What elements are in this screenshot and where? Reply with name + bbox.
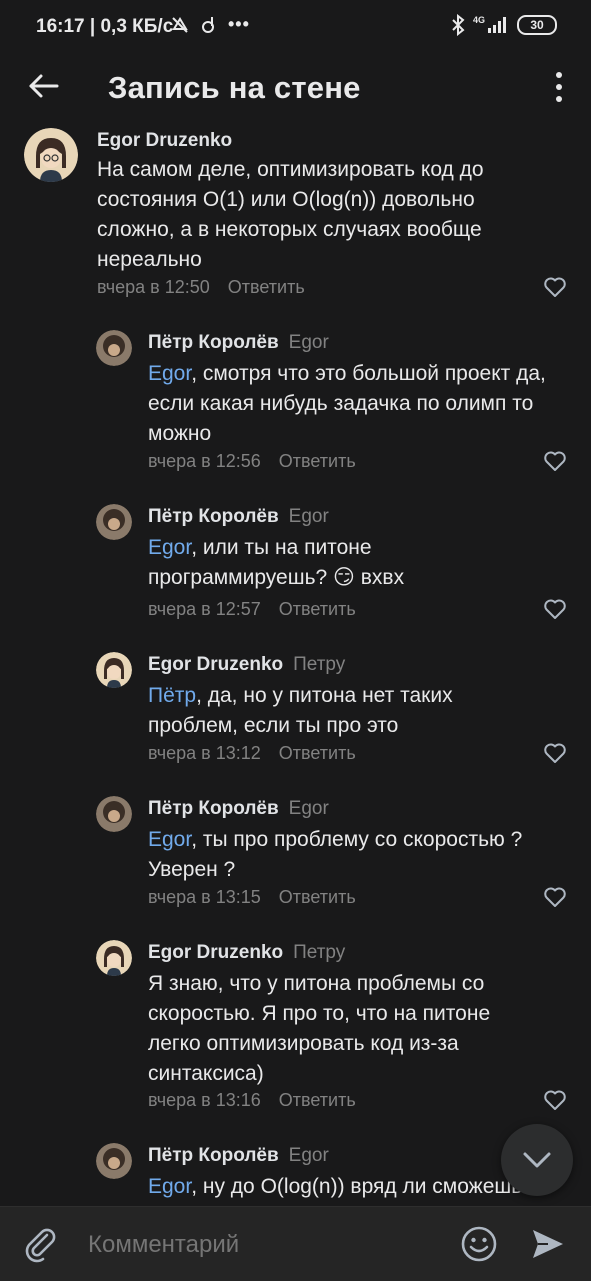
avatar[interactable] bbox=[96, 652, 132, 688]
comment-author[interactable]: Пётр Королёв bbox=[148, 798, 279, 819]
comment-body: , ну до O(log(n)) вряд ли сможешь bbox=[191, 1175, 523, 1198]
comment-time: вчера в 13:16 bbox=[148, 1090, 261, 1110]
comment-body: , смотря что это большой проект да, если… bbox=[148, 362, 546, 445]
comment-time: вчера в 13:15 bbox=[148, 887, 261, 907]
app-header: Запись на стене bbox=[0, 56, 591, 118]
avatar[interactable] bbox=[96, 330, 132, 366]
status-right-icons: 4G 30 bbox=[451, 14, 557, 36]
comment-text: На самом деле, оптимизировать код до сос… bbox=[97, 158, 484, 271]
comment-header: Пётр Королёв Egor bbox=[148, 506, 329, 528]
comment-meta: вчера в 12:50 Ответить bbox=[97, 277, 305, 298]
send-icon[interactable] bbox=[530, 1227, 566, 1261]
scroll-down-button[interactable] bbox=[501, 1124, 573, 1196]
comment-header: Пётр Королёв Egor bbox=[148, 1145, 329, 1167]
mention-link[interactable]: Egor bbox=[148, 536, 191, 559]
like-heart-icon[interactable] bbox=[543, 598, 567, 620]
comment-time: вчера в 12:50 bbox=[97, 277, 210, 297]
comment-time: вчера в 13:12 bbox=[148, 743, 261, 763]
comment-meta: вчера в 13:12 Ответить bbox=[148, 743, 356, 764]
chevron-down-icon bbox=[523, 1152, 551, 1168]
avatar[interactable] bbox=[96, 504, 132, 540]
like-heart-icon[interactable] bbox=[543, 1089, 567, 1111]
mention-link[interactable]: Пётр bbox=[148, 684, 196, 707]
more-status-icon: ••• bbox=[228, 14, 250, 34]
more-menu-icon[interactable] bbox=[551, 70, 567, 104]
bluetooth-icon bbox=[452, 14, 465, 36]
comment-header: Пётр Королёв Egor bbox=[148, 798, 329, 820]
back-arrow-icon[interactable] bbox=[26, 68, 62, 104]
paperclip-icon[interactable] bbox=[22, 1225, 60, 1263]
reply-button[interactable]: Ответить bbox=[279, 743, 356, 763]
mention-link[interactable]: Egor bbox=[148, 362, 191, 385]
comment-text: Я знаю, что у питона проблемы со скорост… bbox=[148, 972, 491, 1085]
reply-to-label: Egor bbox=[288, 332, 329, 353]
status-time: 16:17 | 0,3 КБ/с bbox=[36, 16, 174, 37]
comment-header: Egor Druzenko Петру bbox=[148, 654, 345, 676]
reply-to-label: Петру bbox=[293, 942, 346, 963]
comment-text: Пётр, да, но у питона нет таких проблем,… bbox=[148, 681, 508, 741]
reply-to-label: Egor bbox=[288, 1145, 329, 1166]
avatar[interactable] bbox=[96, 940, 132, 976]
reply-button[interactable]: Ответить bbox=[279, 599, 356, 619]
avatar[interactable] bbox=[96, 1143, 132, 1179]
music-icon bbox=[202, 16, 214, 33]
reply-button[interactable]: Ответить bbox=[228, 277, 305, 297]
comment-body: , ты про проблему со скоростью ? Уверен … bbox=[148, 828, 523, 881]
comment-author[interactable]: Пётр Королёв bbox=[148, 506, 279, 527]
comment-header: Пётр Королёв Egor bbox=[148, 332, 329, 354]
comment-composer bbox=[0, 1206, 591, 1281]
signal-icon bbox=[488, 17, 506, 33]
comment-author[interactable]: Egor Druzenko bbox=[97, 130, 232, 151]
reply-to-label: Egor bbox=[288, 506, 329, 527]
network-label: 4G bbox=[472, 15, 485, 25]
like-heart-icon[interactable] bbox=[543, 886, 567, 908]
comment-time: вчера в 12:57 bbox=[148, 599, 261, 619]
comment-input[interactable] bbox=[86, 1227, 430, 1263]
comment-text: Egor, смотря что это большой проект да, … bbox=[148, 359, 548, 449]
mention-link[interactable]: Egor bbox=[148, 1175, 191, 1198]
comment-meta: вчера в 12:57 Ответить bbox=[148, 599, 356, 620]
reply-button[interactable]: Ответить bbox=[279, 887, 356, 907]
status-extra-icons: ••• bbox=[170, 14, 250, 35]
mention-link[interactable]: Egor bbox=[148, 828, 191, 851]
comment-author[interactable]: Пётр Королёв bbox=[148, 1145, 279, 1166]
comment-header: Egor Druzenko Петру bbox=[148, 942, 345, 964]
reply-button[interactable]: Ответить bbox=[279, 451, 356, 471]
comment-header: Egor Druzenko bbox=[97, 130, 232, 152]
dnd-icon bbox=[172, 16, 188, 33]
avatar[interactable] bbox=[24, 128, 78, 182]
avatar[interactable] bbox=[96, 796, 132, 832]
comment-author[interactable]: Egor Druzenko bbox=[148, 654, 283, 675]
reply-to-label: Петру bbox=[293, 654, 346, 675]
status-bar: 16:17 | 0,3 КБ/с ••• 4G 30 bbox=[0, 0, 591, 56]
comment-meta: вчера в 12:56 Ответить bbox=[148, 451, 356, 472]
comment-author[interactable]: Пётр Королёв bbox=[148, 332, 279, 353]
page-title: Запись на стене bbox=[108, 70, 361, 105]
comment-time: вчера в 12:56 bbox=[148, 451, 261, 471]
battery-icon: 30 bbox=[517, 15, 557, 35]
smile-icon[interactable] bbox=[460, 1225, 498, 1263]
like-heart-icon[interactable] bbox=[543, 742, 567, 764]
reply-button[interactable]: Ответить bbox=[279, 1090, 356, 1110]
comment-meta: вчера в 13:16 Ответить bbox=[148, 1090, 356, 1111]
like-heart-icon[interactable] bbox=[543, 276, 567, 298]
comment-text: Egor, ты про проблему со скоростью ? Уве… bbox=[148, 825, 558, 885]
like-heart-icon[interactable] bbox=[543, 450, 567, 472]
comment-author[interactable]: Egor Druzenko bbox=[148, 942, 283, 963]
comment-text: Egor, или ты на питоне программируешь? 😏… bbox=[148, 533, 448, 593]
comment-meta: вчера в 13:15 Ответить bbox=[148, 887, 356, 908]
reply-to-label: Egor bbox=[288, 798, 329, 819]
